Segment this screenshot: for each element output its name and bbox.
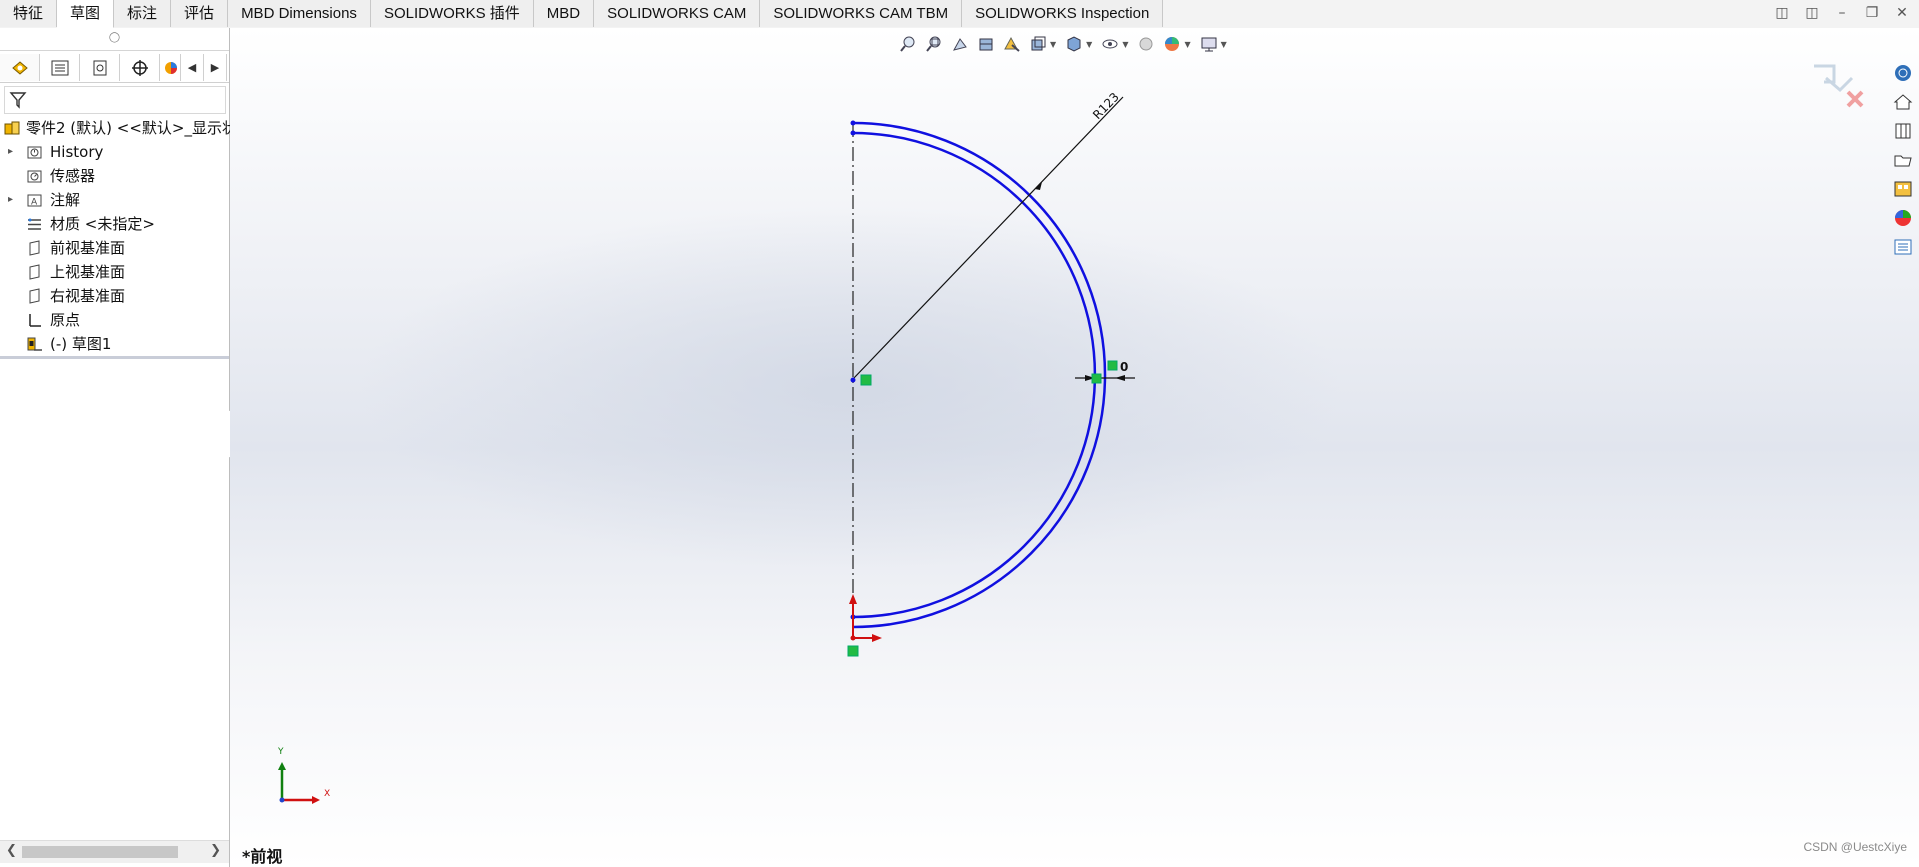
arc-endpoint[interactable]	[850, 130, 856, 136]
tree-item-7[interactable]: 原点	[0, 308, 229, 332]
vertical-relation-icon[interactable]	[860, 374, 872, 386]
graphics-area[interactable]: ▼ ▼ ▼ ▼ ▼ R123 0 Y X *前视 CSDN @UestcXiye	[230, 28, 1919, 867]
manager-tabs: ◀ ▶	[0, 54, 229, 83]
tree-item-1[interactable]: 传感器	[0, 164, 229, 188]
feature-manager-pane: ◯ ◀ ▶ 零件2 (默认) <<默认>_显示状 ▸ History 传感器 ▸ A 注解…	[0, 28, 237, 867]
view-orientation-label: *前视	[242, 847, 283, 866]
tree-item-2[interactable]: ▸ A 注解	[0, 188, 229, 212]
scroll-right-icon[interactable]: ❯	[210, 843, 221, 858]
plane-icon	[29, 288, 40, 304]
dimension-arrowhead	[1035, 182, 1042, 190]
tree-item-label: (-) 草图1	[50, 335, 112, 353]
history-folder-icon	[27, 146, 42, 159]
origin-icon	[29, 314, 41, 327]
property-manager-icon	[51, 60, 68, 75]
tab-8[interactable]: SOLIDWORKS CAM TBM	[760, 0, 963, 27]
plane-icon	[29, 264, 40, 280]
display-manager-icon	[165, 61, 177, 74]
material-icon	[28, 218, 41, 230]
watermark-text: CSDN @UestcXiye	[1803, 840, 1907, 854]
sketch-origin[interactable]	[849, 594, 882, 642]
tree-item-5[interactable]: 上视基准面	[0, 260, 229, 284]
tree-divider[interactable]	[0, 356, 229, 359]
sketch-icon	[27, 337, 42, 351]
coincident-relation-icon[interactable]	[1091, 373, 1102, 384]
restore-button[interactable]: ❐	[1863, 4, 1881, 22]
dimension-arrowhead	[1115, 375, 1125, 381]
expand-arrow-icon[interactable]: ▸	[8, 188, 13, 212]
sensor-icon	[27, 170, 42, 183]
tree-item-label: 原点	[50, 311, 81, 329]
tree-item-4[interactable]: 前视基准面	[0, 236, 229, 260]
tree-item-label: History	[50, 143, 104, 161]
horizontal-scrollbar[interactable]: ❮ ❯	[0, 840, 229, 863]
tree-item-label: 注解	[50, 191, 81, 209]
radius-dimension-text[interactable]: R123	[1090, 90, 1122, 122]
close-button[interactable]: ✕	[1893, 4, 1911, 22]
tree-item-label: 上视基准面	[50, 263, 126, 281]
display-manager-tab[interactable]	[160, 54, 181, 81]
tile-right-icon[interactable]: ◫	[1803, 4, 1821, 22]
feature-tree: 零件2 (默认) <<默认>_显示状 ▸ History 传感器 ▸ A 注解材质 <未指…	[0, 116, 237, 356]
filter-icon	[9, 92, 27, 109]
svg-text:A: A	[31, 198, 38, 208]
tree-item-6[interactable]: 右视基准面	[0, 284, 229, 308]
window-controls: ◫ ◫ – ❐ ✕	[1773, 4, 1911, 22]
tree-item-3[interactable]: 材质 <未指定>	[0, 212, 229, 236]
tree-item-0[interactable]: ▸ History	[0, 140, 229, 164]
tab-3[interactable]: 评估	[171, 0, 229, 27]
fix-relation-icon[interactable]	[847, 645, 859, 657]
sketch-outer-arc[interactable]	[852, 121, 1107, 629]
configuration-icon	[93, 60, 106, 75]
tile-left-icon[interactable]: ◫	[1773, 4, 1791, 22]
sketch-inner-arc[interactable]	[852, 131, 1097, 619]
radius-dimension-leader[interactable]	[852, 96, 1124, 380]
command-manager: 特征 草图 标注 评估 MBD Dimensions SOLIDWORKS 插件 MBD SO…	[0, 0, 1919, 29]
scroll-thumb[interactable]	[22, 846, 178, 858]
reference-triad: Y X	[277, 747, 330, 804]
tree-item-label: 前视基准面	[50, 239, 126, 257]
arc-center-point[interactable]	[850, 377, 856, 383]
tab-4[interactable]: MBD Dimensions	[228, 0, 371, 27]
feature-manager-tab[interactable]	[0, 54, 40, 81]
tab-2[interactable]: 标注	[114, 0, 172, 27]
tree-root-label: 零件2 (默认) <<默认>_显示状	[26, 119, 237, 137]
minimize-button[interactable]: –	[1833, 4, 1851, 22]
command-manager-tabs: 特征 草图 标注 评估 MBD Dimensions SOLIDWORKS 插件 MBD SO…	[0, 0, 1164, 28]
tab-scroll-right-icon[interactable]: ▶	[204, 54, 227, 81]
tree-filter[interactable]	[4, 86, 226, 114]
annotation-icon: A	[27, 194, 42, 208]
tree-item-8[interactable]: (-) 草图1	[0, 332, 229, 356]
feature-tree-icon	[11, 60, 28, 75]
tab-7[interactable]: SOLIDWORKS CAM	[594, 0, 761, 27]
part-icon	[4, 121, 20, 135]
triad-x-label: X	[324, 789, 330, 799]
arc-endpoint[interactable]	[850, 120, 856, 126]
relation-icon[interactable]	[1107, 360, 1118, 371]
property-manager-tab[interactable]	[40, 54, 80, 81]
tab-6[interactable]: MBD	[533, 0, 595, 27]
expand-arrow-icon[interactable]: ▸	[8, 140, 13, 164]
tab-1[interactable]: 草图	[57, 0, 115, 28]
tab-0[interactable]: 特征	[0, 0, 58, 27]
configuration-manager-tab[interactable]	[80, 54, 120, 81]
scroll-left-icon[interactable]: ❮	[6, 843, 17, 858]
dimxpert-manager-tab[interactable]	[120, 54, 160, 81]
tab-scroll-left-icon[interactable]: ◀	[181, 54, 204, 81]
triad-y-label: Y	[277, 747, 284, 757]
tree-item-label: 右视基准面	[50, 287, 126, 305]
tree-item-label: 材质 <未指定>	[50, 215, 155, 233]
tab-9[interactable]: SOLIDWORKS Inspection	[962, 0, 1164, 27]
tab-5[interactable]: SOLIDWORKS 插件	[370, 0, 534, 27]
tree-root-part[interactable]: 零件2 (默认) <<默认>_显示状	[0, 116, 237, 140]
sketch-canvas: R123 0 Y X	[277, 90, 1135, 804]
plane-icon	[29, 240, 40, 256]
thickness-dimension-text[interactable]: 0	[1120, 360, 1128, 374]
pane-grip[interactable]: ◯	[0, 28, 229, 51]
dimxpert-icon	[131, 59, 148, 76]
tree-item-label: 传感器	[50, 167, 96, 185]
